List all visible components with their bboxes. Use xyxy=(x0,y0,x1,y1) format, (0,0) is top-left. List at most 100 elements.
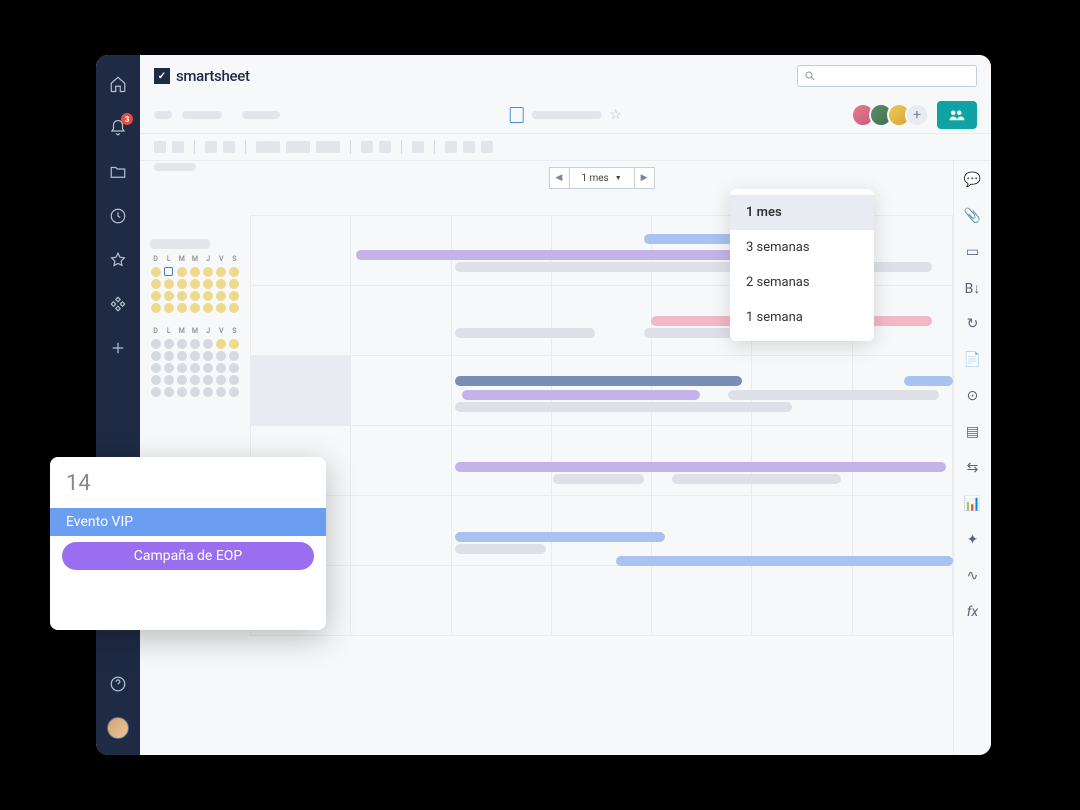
popover-event[interactable]: Evento VIP xyxy=(50,508,326,536)
help-icon[interactable] xyxy=(107,673,129,695)
automations-icon[interactable]: ∿ xyxy=(964,567,982,585)
calendar-cell[interactable] xyxy=(752,426,852,496)
calendar-event-bar[interactable] xyxy=(356,250,749,260)
search-input[interactable] xyxy=(797,65,977,87)
calendar-event-bar[interactable] xyxy=(455,532,666,542)
avatar[interactable] xyxy=(107,717,129,739)
calendar-cell[interactable] xyxy=(853,566,953,636)
day-header: M xyxy=(176,255,187,265)
home-icon[interactable] xyxy=(107,73,129,95)
calendar-event-bar[interactable] xyxy=(455,262,736,272)
calendar-event-bar[interactable] xyxy=(455,376,743,386)
app-logo[interactable]: ✓ smartsheet xyxy=(154,67,250,85)
calendar-event-bar[interactable] xyxy=(462,390,701,400)
calendar-cell[interactable] xyxy=(351,496,451,566)
calendar-cell[interactable] xyxy=(552,566,652,636)
dropdown-option[interactable]: 1 semana xyxy=(730,300,874,335)
calendar-main: ◀ 1 mes▼ ▶ 1 mes 3 semanas 2 semanas 1 s… xyxy=(250,161,953,755)
logo-text: smartsheet xyxy=(176,67,250,85)
calendar-event-bar[interactable] xyxy=(616,556,953,566)
recent-icon[interactable] xyxy=(107,205,129,227)
activity-log-icon[interactable]: ⊙ xyxy=(964,387,982,405)
event-label: Campaña de EOP xyxy=(134,548,243,564)
day-header: D xyxy=(150,327,161,337)
calendar-cell[interactable] xyxy=(251,356,351,426)
chart-icon[interactable]: 📊 xyxy=(964,495,982,513)
range-prev-button[interactable]: ◀ xyxy=(549,168,569,188)
calendar-cell[interactable] xyxy=(652,426,752,496)
formula-icon[interactable]: fx xyxy=(964,603,982,621)
mini-calendar-current[interactable]: D L M M J V S xyxy=(150,239,240,313)
calendar-cell[interactable] xyxy=(351,286,451,356)
share-button[interactable] xyxy=(937,101,977,129)
calendar-cell[interactable] xyxy=(853,426,953,496)
toolbar-skeleton xyxy=(445,141,457,153)
create-icon[interactable] xyxy=(107,337,129,359)
event-label: Evento VIP xyxy=(66,514,133,530)
calendar-cell[interactable] xyxy=(552,426,652,496)
work-insights-icon[interactable]: ✦ xyxy=(964,531,982,549)
publish-icon[interactable]: 📄 xyxy=(964,351,982,369)
toolbar-skeleton xyxy=(154,141,166,153)
calendar-cell[interactable] xyxy=(351,356,451,426)
dropdown-option[interactable]: 2 semanas xyxy=(730,265,874,300)
calendar-cell[interactable] xyxy=(351,566,451,636)
calendar-event-bar[interactable] xyxy=(904,376,953,386)
calendar-event-bar[interactable] xyxy=(553,474,644,484)
update-requests-icon[interactable]: ↻ xyxy=(964,315,982,333)
caret-down-icon: ▼ xyxy=(615,174,622,182)
toolbar-skeleton xyxy=(379,141,391,153)
skeleton xyxy=(154,111,172,119)
calendar-cell[interactable] xyxy=(752,566,852,636)
toolbar-skeleton xyxy=(463,141,475,153)
notifications-icon[interactable]: 3 xyxy=(107,117,129,139)
skeleton xyxy=(242,111,280,119)
brandfolder-icon[interactable]: B↓ xyxy=(964,279,982,297)
connections-icon[interactable]: ⇆ xyxy=(964,459,982,477)
main-area: ✓ smartsheet ☆ + xyxy=(140,55,991,755)
favorite-star-icon[interactable]: ☆ xyxy=(609,107,622,123)
toolbar-skeleton xyxy=(172,141,184,153)
range-dropdown-trigger[interactable]: 1 mes▼ xyxy=(569,173,633,184)
comments-icon[interactable]: 💬 xyxy=(964,171,982,189)
calendar-event-bar[interactable] xyxy=(728,390,939,400)
logo-mark-icon: ✓ xyxy=(154,68,170,84)
day-header: L xyxy=(163,255,174,265)
calendar-event-bar[interactable] xyxy=(455,328,595,338)
calendar-cell[interactable] xyxy=(452,286,552,356)
calendar-cell[interactable] xyxy=(251,286,351,356)
favorites-icon[interactable] xyxy=(107,249,129,271)
range-next-button[interactable]: ▶ xyxy=(634,168,654,188)
calendar-event-bar[interactable] xyxy=(455,402,792,412)
folder-icon[interactable] xyxy=(107,161,129,183)
day-header: J xyxy=(203,255,214,265)
calendar-cell[interactable] xyxy=(351,426,451,496)
toolbar-skeleton xyxy=(481,141,493,153)
calendar-event-bar[interactable] xyxy=(672,474,840,484)
calendar-event-bar[interactable] xyxy=(455,462,946,472)
dropdown-option[interactable]: 3 semanas xyxy=(730,230,874,265)
proofs-icon[interactable]: ▭ xyxy=(964,243,982,261)
dropdown-option[interactable]: 1 mes xyxy=(730,195,874,230)
add-collaborator-button[interactable]: + xyxy=(905,103,929,127)
skeleton xyxy=(182,111,222,119)
top-header: ✓ smartsheet xyxy=(140,55,991,97)
app-window: 3 ✓ smartsheet ☆ xyxy=(96,55,991,755)
day-header: J xyxy=(203,327,214,337)
summary-icon[interactable]: ▤ xyxy=(964,423,982,441)
calendar-cell[interactable] xyxy=(452,566,552,636)
calendar-event-bar[interactable] xyxy=(455,544,546,554)
calendar-cell[interactable] xyxy=(251,216,351,286)
attachments-icon[interactable]: 📎 xyxy=(964,207,982,225)
workspaces-icon[interactable] xyxy=(107,293,129,315)
toolbar-skeleton xyxy=(256,141,280,153)
calendar-cell[interactable] xyxy=(652,566,752,636)
calendar-cell[interactable] xyxy=(452,426,552,496)
day-header: S xyxy=(229,327,240,337)
toolbar xyxy=(140,133,991,161)
calendar-cell[interactable] xyxy=(552,286,652,356)
toolbar-skeleton xyxy=(205,141,217,153)
mini-calendar-next[interactable]: D L M M J V S xyxy=(150,327,240,397)
popover-event[interactable]: Campaña de EOP xyxy=(62,542,314,570)
calendar-cell[interactable] xyxy=(452,496,552,566)
